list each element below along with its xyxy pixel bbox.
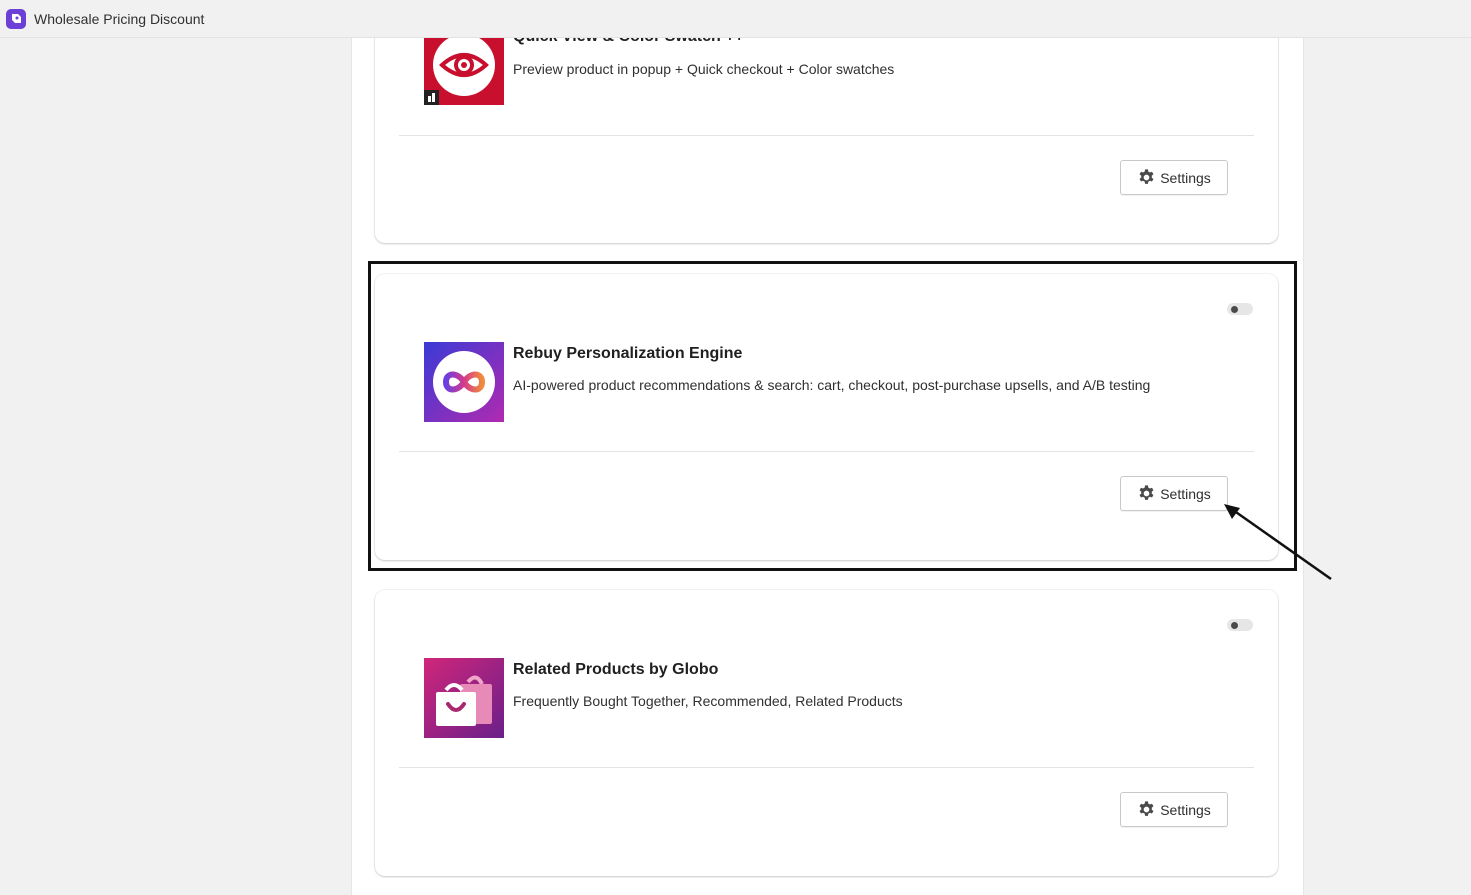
quick-view-settings-button[interactable]: Settings [1120, 160, 1228, 195]
globo-settings-button[interactable]: Settings [1120, 792, 1228, 827]
annotation-arrow-icon [1224, 504, 1332, 581]
app-description: Frequently Bought Together, Recommended,… [513, 693, 903, 709]
infinity-icon [424, 342, 504, 422]
toggle-knob [1231, 622, 1238, 629]
divider [399, 767, 1254, 768]
app-card-rebuy: Rebuy Personalization Engine AI-powered … [375, 274, 1278, 560]
app-title: Wholesale Pricing Discount [34, 10, 205, 27]
rebuy-toggle[interactable] [1227, 303, 1253, 315]
divider [399, 135, 1254, 136]
settings-label: Settings [1160, 801, 1211, 818]
gear-icon [1139, 169, 1154, 184]
settings-label: Settings [1160, 485, 1211, 502]
app-name: Rebuy Personalization Engine [513, 345, 743, 362]
app-header: Wholesale Pricing Discount [0, 0, 1471, 38]
toggle-knob [1231, 306, 1238, 313]
globo-toggle[interactable] [1227, 619, 1253, 631]
app-logo-icon [6, 8, 26, 29]
app-card-globo: Related Products by Globo Frequently Bou… [375, 590, 1278, 876]
app-description: AI-powered product recommendations & sea… [513, 377, 1151, 393]
divider [399, 451, 1254, 452]
app-name: Related Products by Globo [513, 661, 719, 678]
settings-label: Settings [1160, 169, 1211, 186]
gear-icon [1139, 485, 1154, 500]
gear-icon [1139, 801, 1154, 816]
shopping-bag-icon [424, 658, 504, 738]
rebuy-settings-button[interactable]: Settings [1120, 476, 1228, 511]
app-description: Preview product in popup + Quick checkou… [513, 61, 895, 77]
